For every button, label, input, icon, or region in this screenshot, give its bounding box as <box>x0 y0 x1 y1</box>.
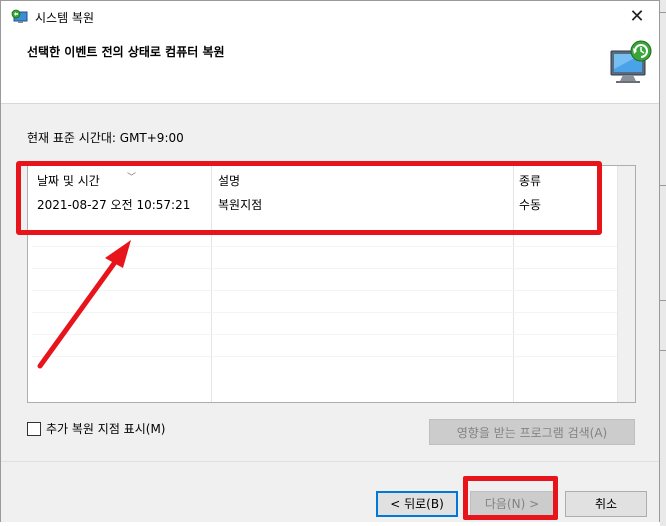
edge-mark <box>660 300 666 301</box>
row-type: 수동 <box>519 198 542 212</box>
row-description: 복원지점 <box>218 198 263 212</box>
window-title: 시스템 복원 <box>35 11 95 25</box>
list-gridline <box>32 356 617 357</box>
column-divider <box>513 166 514 402</box>
column-header-date-label: 날짜 및 시간 <box>37 174 100 188</box>
column-header-date[interactable]: 날짜 및 시간 ﹀ <box>37 172 136 189</box>
close-button[interactable]: ✕ <box>625 5 649 29</box>
scan-affected-programs-button[interactable]: 영향을 받는 프로그램 검색(A) <box>429 419 635 445</box>
wizard-header: 선택한 이벤트 전의 상태로 컴퓨터 복원 <box>1 33 659 104</box>
sort-down-icon: ﹀ <box>127 173 137 183</box>
edge-mark <box>660 185 666 186</box>
list-gridline <box>32 246 617 247</box>
next-button[interactable]: 다음(N) > <box>470 491 554 517</box>
close-icon: ✕ <box>629 6 645 27</box>
title-bar: 시스템 복원 ✕ <box>1 1 659 33</box>
show-more-restore-points[interactable]: 추가 복원 지점 표시(M) <box>27 420 165 437</box>
cancel-button[interactable]: 취소 <box>565 491 647 517</box>
list-gridline <box>32 334 617 335</box>
background-window-edge <box>660 0 666 526</box>
system-restore-icon <box>11 9 28 23</box>
show-more-checkbox-label: 추가 복원 지점 표시(M) <box>46 422 166 436</box>
column-divider <box>211 166 212 402</box>
edge-mark <box>660 350 666 351</box>
system-restore-icon <box>610 40 652 83</box>
restore-point-list[interactable]: 날짜 및 시간 ﹀ 설명 종류 2021-08-27 오전 10:57:21 복… <box>27 165 636 403</box>
list-gridline <box>32 312 617 313</box>
page-title: 선택한 이벤트 전의 상태로 컴퓨터 복원 <box>27 45 225 59</box>
back-button[interactable]: < 뒤로(B) <box>376 491 458 517</box>
column-header-type[interactable]: 종류 <box>519 172 541 189</box>
list-gridline <box>32 268 617 269</box>
column-header-description[interactable]: 설명 <box>218 172 240 189</box>
show-more-checkbox[interactable] <box>27 421 41 436</box>
wizard-footer: < 뒤로(B) 다음(N) > 취소 <box>1 461 659 522</box>
system-restore-dialog: 시스템 복원 ✕ 선택한 이벤트 전의 상태로 컴퓨터 복원 현재 표준 시간대… <box>0 0 660 522</box>
timezone-label: 현재 표준 시간대: GMT+9:00 <box>27 131 184 145</box>
list-gridline <box>32 290 617 291</box>
row-date: 2021-08-27 오전 10:57:21 <box>37 198 191 212</box>
edge-mark <box>660 12 666 13</box>
vertical-scrollbar[interactable] <box>617 166 635 402</box>
content-area: 현재 표준 시간대: GMT+9:00 날짜 및 시간 ﹀ 설명 종류 2021… <box>1 104 659 461</box>
